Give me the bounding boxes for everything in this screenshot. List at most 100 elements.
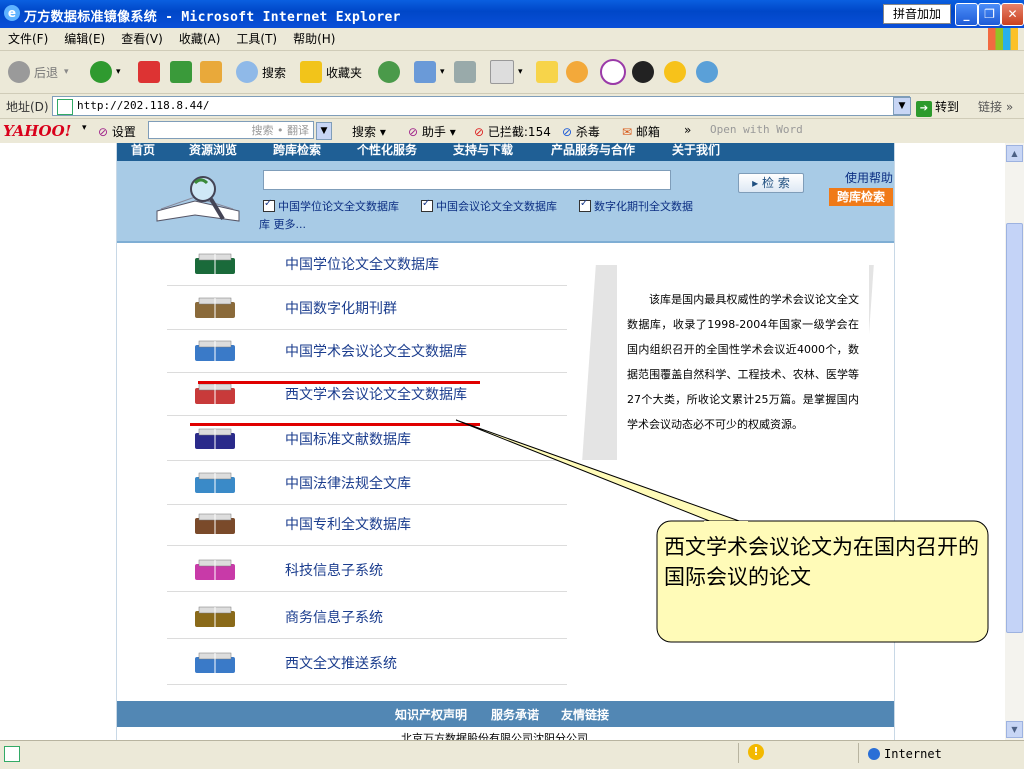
database-row[interactable]: 中国数字化期刊群	[167, 287, 567, 330]
database-row[interactable]: 西文学术会议论文全文数据库	[167, 373, 567, 416]
scroll-thumb[interactable]	[1006, 223, 1023, 633]
compass-button[interactable]	[600, 59, 630, 85]
penguin-icon	[632, 61, 654, 83]
database-link[interactable]: 西文学术会议论文全文数据库	[285, 384, 467, 404]
nav-products[interactable]: 产品服务与合作	[551, 143, 635, 157]
menu-edit[interactable]: 编辑(E)	[56, 28, 113, 50]
security-warning-icon[interactable]: !	[748, 744, 764, 760]
database-link[interactable]: 科技信息子系统	[285, 560, 383, 580]
search-button[interactable]: 搜索	[236, 59, 286, 85]
menu-help[interactable]: 帮助(H)	[285, 28, 343, 50]
menu-tools[interactable]: 工具(T)	[228, 28, 285, 50]
database-row[interactable]: 中国标准文献数据库	[167, 418, 567, 461]
go-button[interactable]: ➔ 转到	[916, 98, 959, 117]
checkbox-icon[interactable]	[421, 198, 433, 212]
msn-people-icon	[696, 61, 718, 83]
menu-view[interactable]: 查看(V)	[113, 28, 171, 50]
ime-indicator[interactable]: 拼音加加	[883, 4, 951, 24]
scroll-down-icon[interactable]: ▼	[1006, 721, 1023, 738]
database-row[interactable]: 中国学位论文全文数据库	[167, 243, 567, 286]
yahoo-search-dropdown-icon[interactable]: ▼	[316, 122, 332, 140]
nav-browse[interactable]: 资源浏览	[189, 143, 237, 157]
database-link[interactable]: 中国标准文献数据库	[285, 429, 411, 449]
forward-dropdown-icon[interactable]: ▾	[116, 67, 121, 77]
check-conference-db[interactable]: 中国会议论文全文数据库	[421, 198, 557, 214]
history-button[interactable]	[378, 59, 404, 85]
site-search-input[interactable]	[263, 170, 671, 190]
database-link[interactable]: 中国学术会议论文全文数据库	[285, 341, 467, 361]
footer-links[interactable]: 友情链接	[561, 706, 609, 723]
menu-favorites[interactable]: 收藏(A)	[171, 28, 229, 50]
edit-dropdown-icon[interactable]: ▾	[518, 67, 523, 77]
database-link[interactable]: 中国法律法规全文库	[285, 473, 411, 493]
home-button[interactable]	[200, 59, 226, 85]
database-row[interactable]: 中国法律法规全文库	[167, 462, 567, 505]
nav-cross-search[interactable]: 跨库检索	[273, 143, 321, 157]
database-link[interactable]: 西文全文推送系统	[285, 653, 397, 673]
toolbar-overflow-icon[interactable]: »	[684, 123, 691, 137]
forward-button[interactable]: ▾	[90, 59, 121, 85]
yahoo-search-button[interactable]: 搜索 ▾	[352, 123, 386, 140]
msn-button[interactable]	[696, 59, 722, 85]
menu-file[interactable]: 文件(F)	[0, 28, 56, 50]
nav-support[interactable]: 支持与下载	[453, 143, 513, 157]
restore-button[interactable]: ❐	[978, 3, 1001, 26]
notes-button[interactable]	[536, 59, 562, 85]
database-link[interactable]: 商务信息子系统	[285, 607, 383, 627]
open-with-word-button[interactable]: Open with Word	[710, 123, 803, 136]
compass-icon	[600, 59, 626, 85]
address-input[interactable]: http://202.118.8.44/	[52, 96, 910, 116]
mail-button[interactable]: ▾	[414, 59, 445, 85]
globe-icon	[868, 748, 880, 760]
popup-blocker-button[interactable]: ⊘ 已拦截:154	[474, 123, 551, 140]
help-link[interactable]: 使用帮助	[845, 169, 893, 186]
edit-button[interactable]: ▾	[490, 59, 523, 85]
print-button[interactable]	[454, 59, 480, 85]
checkbox-icon[interactable]	[579, 198, 591, 212]
mail-dropdown-icon[interactable]: ▾	[440, 67, 445, 77]
database-link[interactable]: 中国专利全文数据库	[285, 514, 411, 534]
database-row[interactable]: 西文全文推送系统	[167, 642, 567, 685]
messenger-button[interactable]	[566, 59, 592, 85]
nav-home[interactable]: 首页	[131, 143, 155, 157]
footer-promise[interactable]: 服务承诺	[491, 706, 539, 723]
smiley-button[interactable]	[664, 59, 690, 85]
mail-link[interactable]: ✉ 邮箱	[622, 123, 660, 140]
helper-button[interactable]: ⊘ 助手 ▾	[408, 123, 456, 140]
vertical-scrollbar[interactable]: ▲ ▼	[1005, 143, 1024, 740]
yahoo-search-input[interactable]: 搜索 • 翻译	[148, 121, 314, 139]
search-submit-button[interactable]: ▸ 检 索	[738, 173, 804, 193]
forward-arrow-icon	[90, 61, 112, 83]
database-link[interactable]: 中国数字化期刊群	[285, 298, 397, 318]
qq-button[interactable]	[632, 59, 658, 85]
address-dropdown-icon[interactable]: ▼	[893, 97, 911, 115]
check-journal-db[interactable]: 数字化期刊全文数据	[579, 198, 693, 214]
back-dropdown-icon[interactable]: ▾	[64, 67, 69, 77]
antivirus-button[interactable]: ⊘ 杀毒	[562, 123, 600, 140]
nav-about[interactable]: 关于我们	[672, 143, 720, 157]
footer-ip[interactable]: 知识产权声明	[395, 706, 467, 723]
yahoo-logo[interactable]: YAHOO!	[3, 122, 71, 140]
favorites-button[interactable]: 收藏夹	[300, 59, 362, 85]
close-button[interactable]: ✕	[1001, 3, 1024, 26]
nav-personal[interactable]: 个性化服务	[357, 143, 417, 157]
database-row[interactable]: 商务信息子系统	[167, 596, 567, 639]
stop-button[interactable]	[138, 59, 164, 85]
more-link[interactable]: 库 更多...	[259, 216, 306, 232]
database-row[interactable]: 科技信息子系统	[167, 549, 567, 592]
database-link[interactable]: 中国学位论文全文数据库	[285, 254, 439, 274]
back-button[interactable]: 后退 ▾	[8, 59, 69, 85]
yahoo-dropdown-icon[interactable]: ▾	[82, 123, 87, 133]
word-edit-icon	[490, 60, 514, 84]
check-degree-db[interactable]: 中国学位论文全文数据库	[263, 198, 399, 214]
checkbox-icon[interactable]	[263, 198, 275, 212]
database-row[interactable]: 中国学术会议论文全文数据库	[167, 330, 567, 373]
minimize-button[interactable]: _	[955, 3, 978, 26]
scroll-up-icon[interactable]: ▲	[1006, 145, 1023, 162]
cross-db-search-button[interactable]: 跨库检索	[829, 188, 893, 206]
book-stack-icon	[189, 292, 241, 324]
refresh-button[interactable]	[170, 59, 196, 85]
database-row[interactable]: 中国专利全文数据库	[167, 503, 567, 546]
links-button[interactable]: 链接 »	[978, 98, 1013, 115]
settings-button[interactable]: ⊘ 设置	[98, 123, 136, 140]
